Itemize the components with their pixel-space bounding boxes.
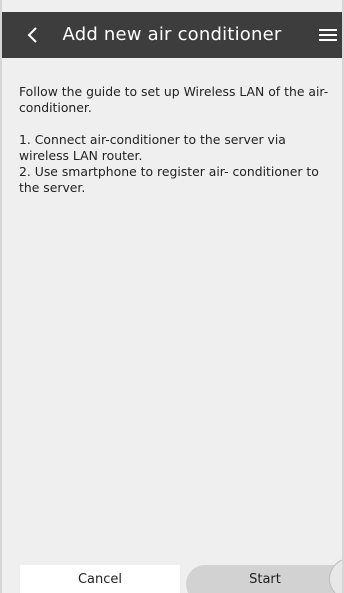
intro-text: Follow the guide to set up Wireless LAN … — [19, 84, 329, 115]
back-button[interactable] — [20, 21, 44, 49]
start-button[interactable]: Start — [186, 565, 342, 593]
screen: Add new air conditioner Follow the guide… — [0, 0, 344, 593]
step-1-text: 1. Connect air-conditioner to the server… — [19, 132, 286, 163]
cancel-button[interactable]: Cancel — [20, 565, 180, 593]
page-title: Add new air conditioner — [62, 24, 282, 45]
menu-button[interactable] — [318, 24, 338, 46]
guide-text: Follow the guide to set up Wireless LAN … — [19, 84, 339, 196]
top-bar: Add new air conditioner — [2, 12, 342, 58]
step-2-text: 2. Use smartphone to register air- condi… — [19, 164, 319, 195]
chevron-left-icon — [27, 27, 37, 43]
footer-buttons: Cancel Start — [2, 565, 342, 593]
hamburger-menu-icon — [319, 29, 337, 41]
floating-scroll-handle[interactable] — [329, 558, 342, 593]
